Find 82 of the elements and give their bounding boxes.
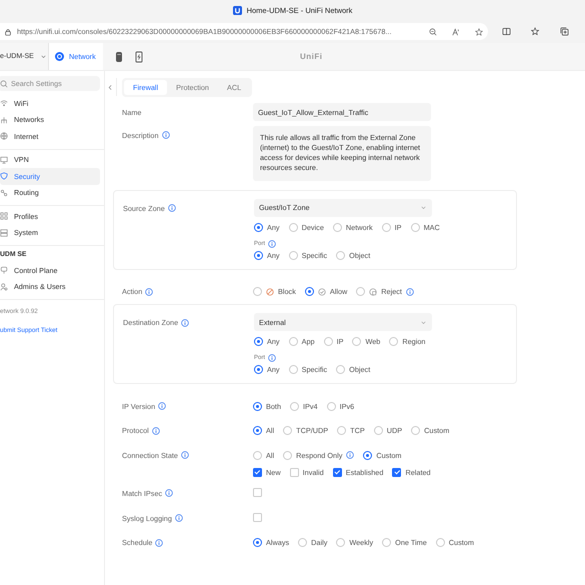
radio-button[interactable] <box>336 365 346 374</box>
shield-icon <box>0 172 8 180</box>
info-icon[interactable] <box>268 240 276 248</box>
radio-button[interactable] <box>336 250 346 260</box>
checkbox[interactable] <box>290 468 299 477</box>
logo-text: UniFi <box>300 52 322 61</box>
lock-icon <box>4 28 12 36</box>
radio-button[interactable] <box>374 426 383 436</box>
checkbox[interactable] <box>253 512 262 522</box>
checkbox[interactable] <box>253 488 262 497</box>
search-icon <box>0 80 8 88</box>
device-icon[interactable] <box>115 50 123 62</box>
radio-button[interactable] <box>410 222 420 232</box>
radio-button[interactable] <box>253 538 262 548</box>
checkbox[interactable] <box>253 468 262 477</box>
monitor-icon <box>0 156 8 164</box>
radio-button[interactable] <box>253 450 262 460</box>
info-icon[interactable] <box>152 426 160 435</box>
read-aloud-icon[interactable] <box>452 28 460 36</box>
checkbox[interactable] <box>332 468 342 477</box>
radio-button[interactable] <box>332 222 342 232</box>
radio-button[interactable] <box>290 402 300 411</box>
radio-button[interactable] <box>352 337 362 346</box>
radio-button[interactable] <box>288 337 298 346</box>
radio-button[interactable] <box>283 450 292 460</box>
radio-button[interactable] <box>253 426 262 436</box>
network-icon <box>0 116 8 124</box>
reject-icon <box>369 288 378 296</box>
info-icon[interactable] <box>406 288 414 296</box>
radio-button[interactable] <box>382 538 392 548</box>
radio-button[interactable] <box>436 538 445 548</box>
radio-button[interactable] <box>382 222 391 232</box>
star-icon[interactable] <box>475 28 483 36</box>
radio-button[interactable] <box>336 538 346 548</box>
check-circle-icon <box>318 288 326 296</box>
info-icon[interactable] <box>181 318 190 327</box>
radio-button[interactable] <box>356 287 366 296</box>
radio-button[interactable] <box>304 287 314 296</box>
zoom-out-icon[interactable] <box>429 28 437 36</box>
favorites-icon[interactable] <box>531 27 540 36</box>
info-icon[interactable] <box>162 131 170 139</box>
radio-button[interactable] <box>411 426 420 436</box>
radio-button[interactable] <box>283 426 292 436</box>
chevron-left-icon <box>107 84 114 90</box>
collections-icon[interactable] <box>560 27 569 36</box>
radio-button[interactable] <box>254 365 263 374</box>
info-icon[interactable] <box>158 402 166 410</box>
radio-button[interactable] <box>253 402 262 411</box>
device-icon[interactable] <box>135 50 143 62</box>
block-icon <box>266 288 274 296</box>
profiles-icon <box>0 212 8 220</box>
app-logo-icon <box>232 6 242 14</box>
radio-button[interactable] <box>253 287 262 296</box>
radio-button[interactable] <box>337 426 346 436</box>
info-icon[interactable] <box>145 288 154 296</box>
server-icon <box>0 228 8 237</box>
info-icon[interactable] <box>165 489 174 498</box>
info-icon[interactable] <box>268 354 276 362</box>
network-app-icon <box>55 52 64 61</box>
radio-button[interactable] <box>324 337 333 346</box>
globe-icon <box>0 132 8 140</box>
radio-button[interactable] <box>288 222 298 232</box>
radio-button[interactable] <box>363 450 372 460</box>
info-icon[interactable] <box>168 204 176 212</box>
info-icon[interactable] <box>155 538 164 547</box>
info-icon[interactable] <box>346 451 354 460</box>
radio-button[interactable] <box>288 365 298 374</box>
split-screen-icon[interactable] <box>502 27 511 36</box>
radio-button[interactable] <box>254 337 263 346</box>
caret-icon <box>420 204 427 212</box>
info-icon[interactable] <box>180 451 189 460</box>
wifi-icon <box>0 99 8 108</box>
radio-button[interactable] <box>298 538 308 548</box>
radio-button[interactable] <box>254 222 263 232</box>
radio-button[interactable] <box>254 250 263 260</box>
caret-icon[interactable] <box>40 53 47 60</box>
radio-button[interactable] <box>326 402 336 411</box>
checkbox[interactable] <box>392 468 402 477</box>
info-icon[interactable] <box>174 514 183 522</box>
radio-button[interactable] <box>288 250 298 260</box>
route-icon <box>0 188 8 197</box>
radio-button[interactable] <box>389 337 398 346</box>
